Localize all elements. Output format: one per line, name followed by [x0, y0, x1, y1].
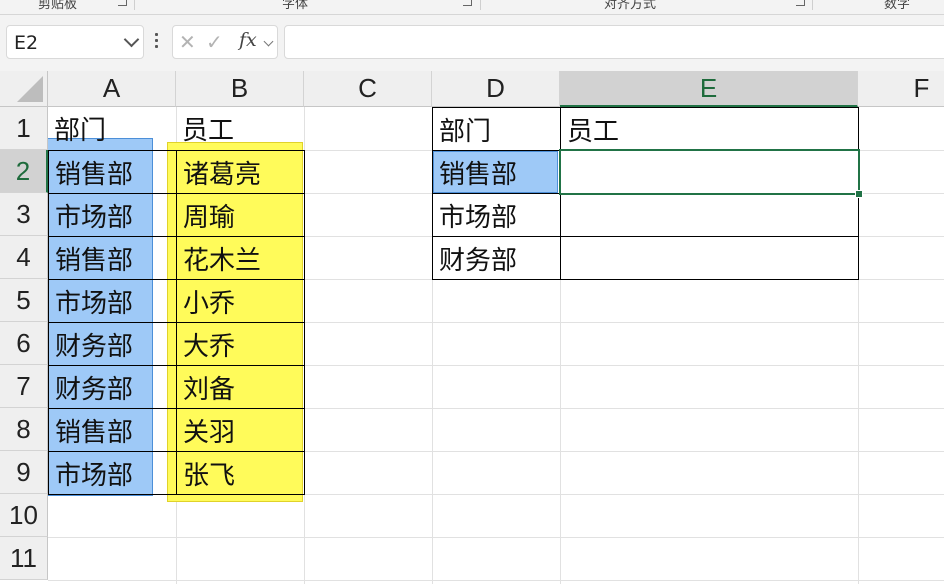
column-header-c[interactable]: C	[304, 71, 432, 107]
row-header-3[interactable]: 3	[0, 193, 48, 236]
cell-a9[interactable]: 市场部	[48, 451, 177, 495]
select-all-icon	[17, 76, 43, 102]
more-options-icon[interactable]	[155, 33, 158, 51]
name-box-value: E2	[14, 32, 39, 54]
row-header-1[interactable]: 1	[0, 107, 48, 150]
ribbon-group-clipboard: 剪贴板	[38, 0, 78, 12]
ribbon-group-number: 数字	[884, 0, 911, 12]
cell-d4[interactable]: 财务部	[432, 236, 561, 280]
cell-a3[interactable]: 市场部	[48, 193, 177, 237]
ribbon-separator	[480, 0, 481, 10]
cell-b5[interactable]: 小乔	[176, 279, 305, 323]
active-cell-selection	[559, 149, 860, 195]
chevron-down-icon[interactable]	[263, 36, 274, 47]
insert-function-icon[interactable]: fx	[239, 29, 257, 51]
cell-b9[interactable]: 张飞	[176, 451, 305, 495]
clipboard-launcher-icon[interactable]	[118, 0, 127, 6]
ribbon-separator	[134, 0, 135, 10]
ribbon-group-font: 字体	[282, 0, 309, 12]
ribbon-group-alignment: 对齐方式	[604, 0, 657, 12]
cell-a2[interactable]: 销售部	[48, 150, 177, 194]
row-header-5[interactable]: 5	[0, 279, 48, 322]
cell-b6[interactable]: 大乔	[176, 322, 305, 366]
row-header-6[interactable]: 6	[0, 322, 48, 365]
row-header-8[interactable]: 8	[0, 408, 48, 451]
cell-e1[interactable]: 员工	[560, 107, 859, 151]
cell-d1[interactable]: 部门	[432, 107, 561, 151]
row-header-4[interactable]: 4	[0, 236, 48, 279]
cell-a5[interactable]: 市场部	[48, 279, 177, 323]
alignment-launcher-icon[interactable]	[796, 0, 805, 6]
cell-b4[interactable]: 花木兰	[176, 236, 305, 280]
fill-handle[interactable]	[855, 190, 863, 198]
column-header-d[interactable]: D	[432, 71, 560, 107]
cell-e3[interactable]	[560, 193, 859, 237]
chevron-down-icon[interactable]	[123, 31, 140, 48]
row-header-11[interactable]: 11	[0, 537, 48, 580]
font-launcher-icon[interactable]	[463, 0, 472, 6]
cell-a8[interactable]: 销售部	[48, 408, 177, 452]
cell-b3[interactable]: 周瑜	[176, 193, 305, 237]
select-all-corner[interactable]	[0, 71, 48, 107]
cell-b8[interactable]: 关羽	[176, 408, 305, 452]
cell-d2[interactable]: 销售部	[432, 150, 561, 194]
row-header-9[interactable]: 9	[0, 451, 48, 494]
ribbon-separator	[812, 0, 813, 10]
column-header-f[interactable]: F	[858, 71, 944, 107]
cell-a4[interactable]: 销售部	[48, 236, 177, 280]
cell-e4[interactable]	[560, 236, 859, 280]
formula-bar: E2 ✕ ✓ fx	[0, 15, 944, 71]
spreadsheet-grid[interactable]: 部门 员工 销售部 诸葛亮 市场部 周瑜 销售部 花木兰 市场部 小乔 财务部 …	[0, 71, 944, 584]
row-header-10[interactable]: 10	[0, 494, 48, 537]
enter-icon[interactable]: ✓	[206, 30, 223, 54]
column-header-b[interactable]: B	[176, 71, 304, 107]
column-header-a[interactable]: A	[48, 71, 176, 107]
cell-a7[interactable]: 财务部	[48, 365, 177, 409]
name-box[interactable]: E2	[6, 25, 144, 59]
cell-b7[interactable]: 刘备	[176, 365, 305, 409]
row-header-2[interactable]: 2	[0, 150, 48, 193]
cell-a6[interactable]: 财务部	[48, 322, 177, 366]
gridline	[48, 580, 944, 581]
cancel-icon[interactable]: ✕	[179, 30, 196, 54]
ribbon-group-labels: 剪贴板 字体 对齐方式 数字	[0, 0, 944, 15]
cell-a1[interactable]: 部门	[48, 107, 176, 150]
cell-b1[interactable]: 员工	[176, 107, 304, 150]
formula-buttons: ✕ ✓ fx	[172, 25, 278, 59]
column-header-e[interactable]: E	[560, 71, 858, 107]
gridline	[48, 537, 944, 538]
row-header-7[interactable]: 7	[0, 365, 48, 408]
formula-input[interactable]	[284, 25, 944, 59]
cell-b2[interactable]: 诸葛亮	[176, 150, 305, 194]
cell-d3[interactable]: 市场部	[432, 193, 561, 237]
